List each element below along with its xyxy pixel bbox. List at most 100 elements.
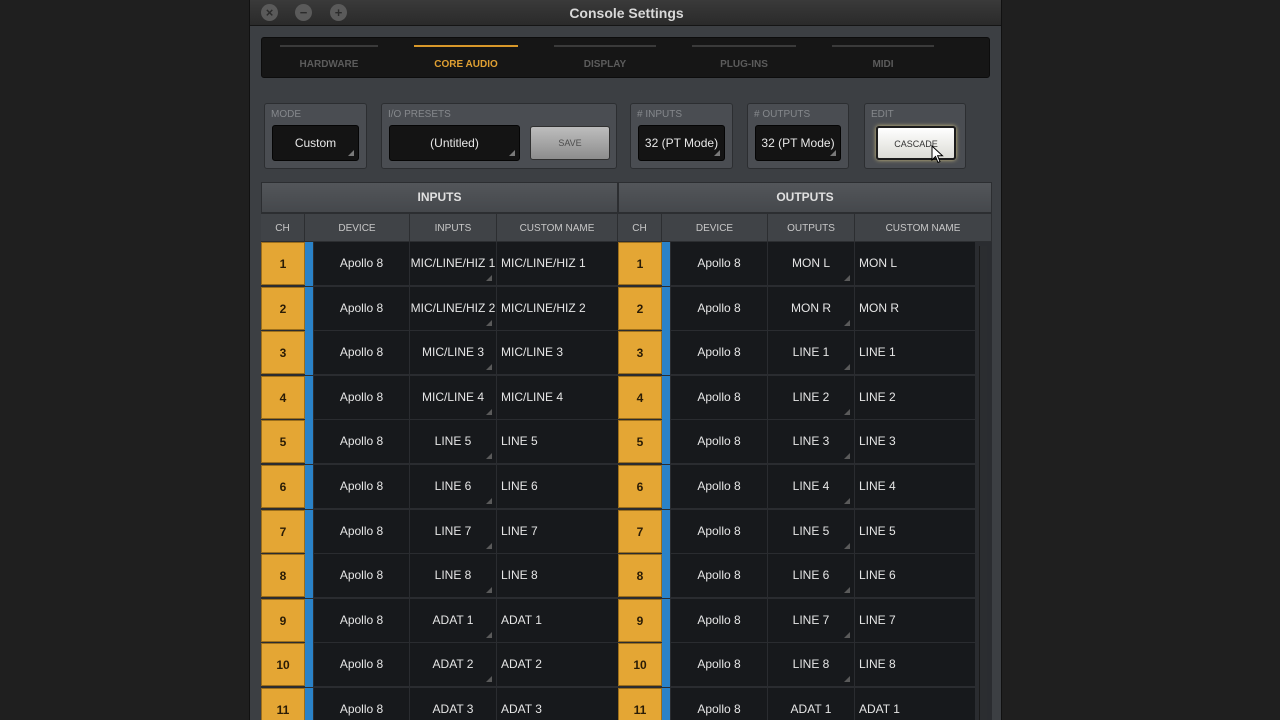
input-source-select[interactable]: LINE 8 (410, 554, 496, 598)
inputs-count-value: 32 (PT Mode) (644, 136, 719, 150)
device-cell: Apollo 8 (671, 554, 767, 598)
custom-name-field[interactable]: ADAT 3 (497, 688, 618, 720)
output-destination-select[interactable]: LINE 8 (768, 643, 854, 687)
dropdown-corner-icon (509, 150, 515, 156)
custom-name-field[interactable]: LINE 1 (855, 331, 975, 375)
io-label: MIC/LINE/HIZ 2 (410, 300, 496, 315)
custom-name-field[interactable]: MON L (855, 242, 975, 285)
channel-number-button[interactable]: 8 (618, 554, 662, 598)
input-source-select[interactable]: LINE 5 (410, 420, 496, 464)
device-color-strip (662, 465, 670, 509)
custom-name-field[interactable]: LINE 7 (855, 598, 975, 642)
tab-core-audio[interactable]: CORE AUDIO (396, 38, 536, 79)
output-destination-select[interactable]: MON L (768, 242, 854, 285)
tab-midi[interactable]: MIDI (814, 38, 952, 79)
output-destination-select[interactable]: LINE 5 (768, 509, 854, 553)
input-source-select[interactable]: MIC/LINE/HIZ 2 (410, 286, 496, 330)
input-source-select[interactable]: ADAT 3 (410, 688, 496, 720)
output-destination-select[interactable]: LINE 4 (768, 465, 854, 508)
custom-name-field[interactable]: LINE 8 (855, 643, 975, 687)
output-destination-select[interactable]: ADAT 1 (768, 688, 854, 720)
output-table-row: 1 Apollo 8 MON L MON L (618, 242, 975, 286)
channel-number-button[interactable]: 7 (261, 509, 305, 553)
channel-number-button[interactable]: 8 (261, 554, 305, 598)
custom-name-field[interactable]: MIC/LINE 3 (497, 331, 618, 375)
device-cell: Apollo 8 (314, 331, 409, 375)
custom-name-field[interactable]: LINE 3 (855, 420, 975, 464)
custom-name-field[interactable]: MIC/LINE/HIZ 1 (497, 242, 618, 285)
io-presets-select[interactable]: (Untitled) (389, 125, 520, 161)
input-source-select[interactable]: ADAT 2 (410, 643, 496, 687)
channel-number-button[interactable]: 4 (618, 375, 662, 419)
custom-name-field[interactable]: LINE 4 (855, 465, 975, 508)
input-source-select[interactable]: MIC/LINE 3 (410, 331, 496, 375)
mouse-pointer-icon (931, 145, 944, 164)
input-table-row: 1 Apollo 8 MIC/LINE/HIZ 1 MIC/LINE/HIZ 1 (261, 242, 618, 286)
tab-plug-ins[interactable]: PLUG-INS (674, 38, 814, 79)
vertical-scrollbar[interactable] (979, 246, 987, 720)
channel-number-button[interactable]: 5 (261, 420, 305, 464)
channel-number-button[interactable]: 2 (261, 286, 305, 330)
custom-name-field[interactable]: LINE 5 (855, 509, 975, 553)
input-source-select[interactable]: LINE 7 (410, 509, 496, 553)
channel-number-button[interactable]: 3 (618, 331, 662, 375)
custom-name-field[interactable]: LINE 2 (855, 375, 975, 419)
output-destination-select[interactable]: MON R (768, 286, 854, 330)
channel-number-button[interactable]: 11 (618, 688, 662, 720)
channel-number-button[interactable]: 1 (618, 242, 662, 285)
channel-number-button[interactable]: 1 (261, 242, 305, 285)
inputs-count-select[interactable]: 32 (PT Mode) (638, 125, 725, 161)
channel-number-button[interactable]: 9 (261, 598, 305, 642)
channel-number-button[interactable]: 2 (618, 286, 662, 330)
custom-name-field[interactable]: LINE 7 (497, 509, 618, 553)
tab-display[interactable]: DISPLAY (536, 38, 674, 79)
device-color-strip (662, 598, 670, 643)
device-color-strip (662, 286, 670, 331)
inputs-section-header: INPUTS (261, 182, 618, 213)
custom-name-field[interactable]: MIC/LINE/HIZ 2 (497, 286, 618, 330)
input-source-select[interactable]: MIC/LINE 4 (410, 375, 496, 419)
custom-name-field[interactable]: ADAT 1 (855, 688, 975, 720)
channel-number-button[interactable]: 9 (618, 598, 662, 642)
outputs-count-select[interactable]: 32 (PT Mode) (755, 125, 841, 161)
input-source-select[interactable]: MIC/LINE/HIZ 1 (410, 242, 496, 285)
custom-name-field[interactable]: MON R (855, 286, 975, 330)
custom-name-field[interactable]: LINE 6 (497, 465, 618, 508)
output-destination-select[interactable]: LINE 3 (768, 420, 854, 464)
io-label: LINE 7 (792, 612, 830, 627)
channel-number-button[interactable]: 4 (261, 375, 305, 419)
channel-number-button[interactable]: 11 (261, 688, 305, 720)
tab-hardware[interactable]: HARDWARE (262, 38, 396, 79)
custom-name-field[interactable]: LINE 8 (497, 554, 618, 598)
dropdown-corner-icon (844, 453, 850, 460)
io-label: LINE 6 (434, 479, 472, 493)
custom-name-field[interactable]: MIC/LINE 4 (497, 375, 618, 419)
channel-number-button[interactable]: 5 (618, 420, 662, 464)
output-destination-select[interactable]: LINE 2 (768, 375, 854, 419)
channel-number-button[interactable]: 6 (261, 465, 305, 508)
input-source-select[interactable]: LINE 6 (410, 465, 496, 508)
channel-number-button[interactable]: 3 (261, 331, 305, 375)
channel-number-button[interactable]: 6 (618, 465, 662, 508)
custom-name-field[interactable]: LINE 5 (497, 420, 618, 464)
custom-name-field[interactable]: ADAT 2 (497, 643, 618, 687)
dropdown-corner-icon (844, 364, 850, 371)
device-cell: Apollo 8 (314, 242, 409, 285)
io-presets-group: I/O PRESETS (Untitled) SAVE (381, 103, 617, 169)
input-source-select[interactable]: ADAT 1 (410, 598, 496, 642)
channel-number-button[interactable]: 7 (618, 509, 662, 553)
channel-number-button[interactable]: 10 (261, 643, 305, 687)
output-destination-select[interactable]: LINE 1 (768, 331, 854, 375)
save-button[interactable]: SAVE (530, 126, 610, 160)
dropdown-corner-icon (486, 587, 492, 594)
device-cell: Apollo 8 (671, 465, 767, 508)
input-table-row: 8 Apollo 8 LINE 8 LINE 8 (261, 554, 618, 599)
channel-number-button[interactable]: 10 (618, 643, 662, 687)
output-destination-select[interactable]: LINE 6 (768, 554, 854, 598)
device-color-strip (305, 331, 313, 376)
mode-select[interactable]: Custom (272, 125, 359, 161)
custom-name-field[interactable]: LINE 6 (855, 554, 975, 598)
output-destination-select[interactable]: LINE 7 (768, 598, 854, 642)
custom-name-field[interactable]: ADAT 1 (497, 598, 618, 642)
column-header-ch: CH (261, 214, 305, 242)
